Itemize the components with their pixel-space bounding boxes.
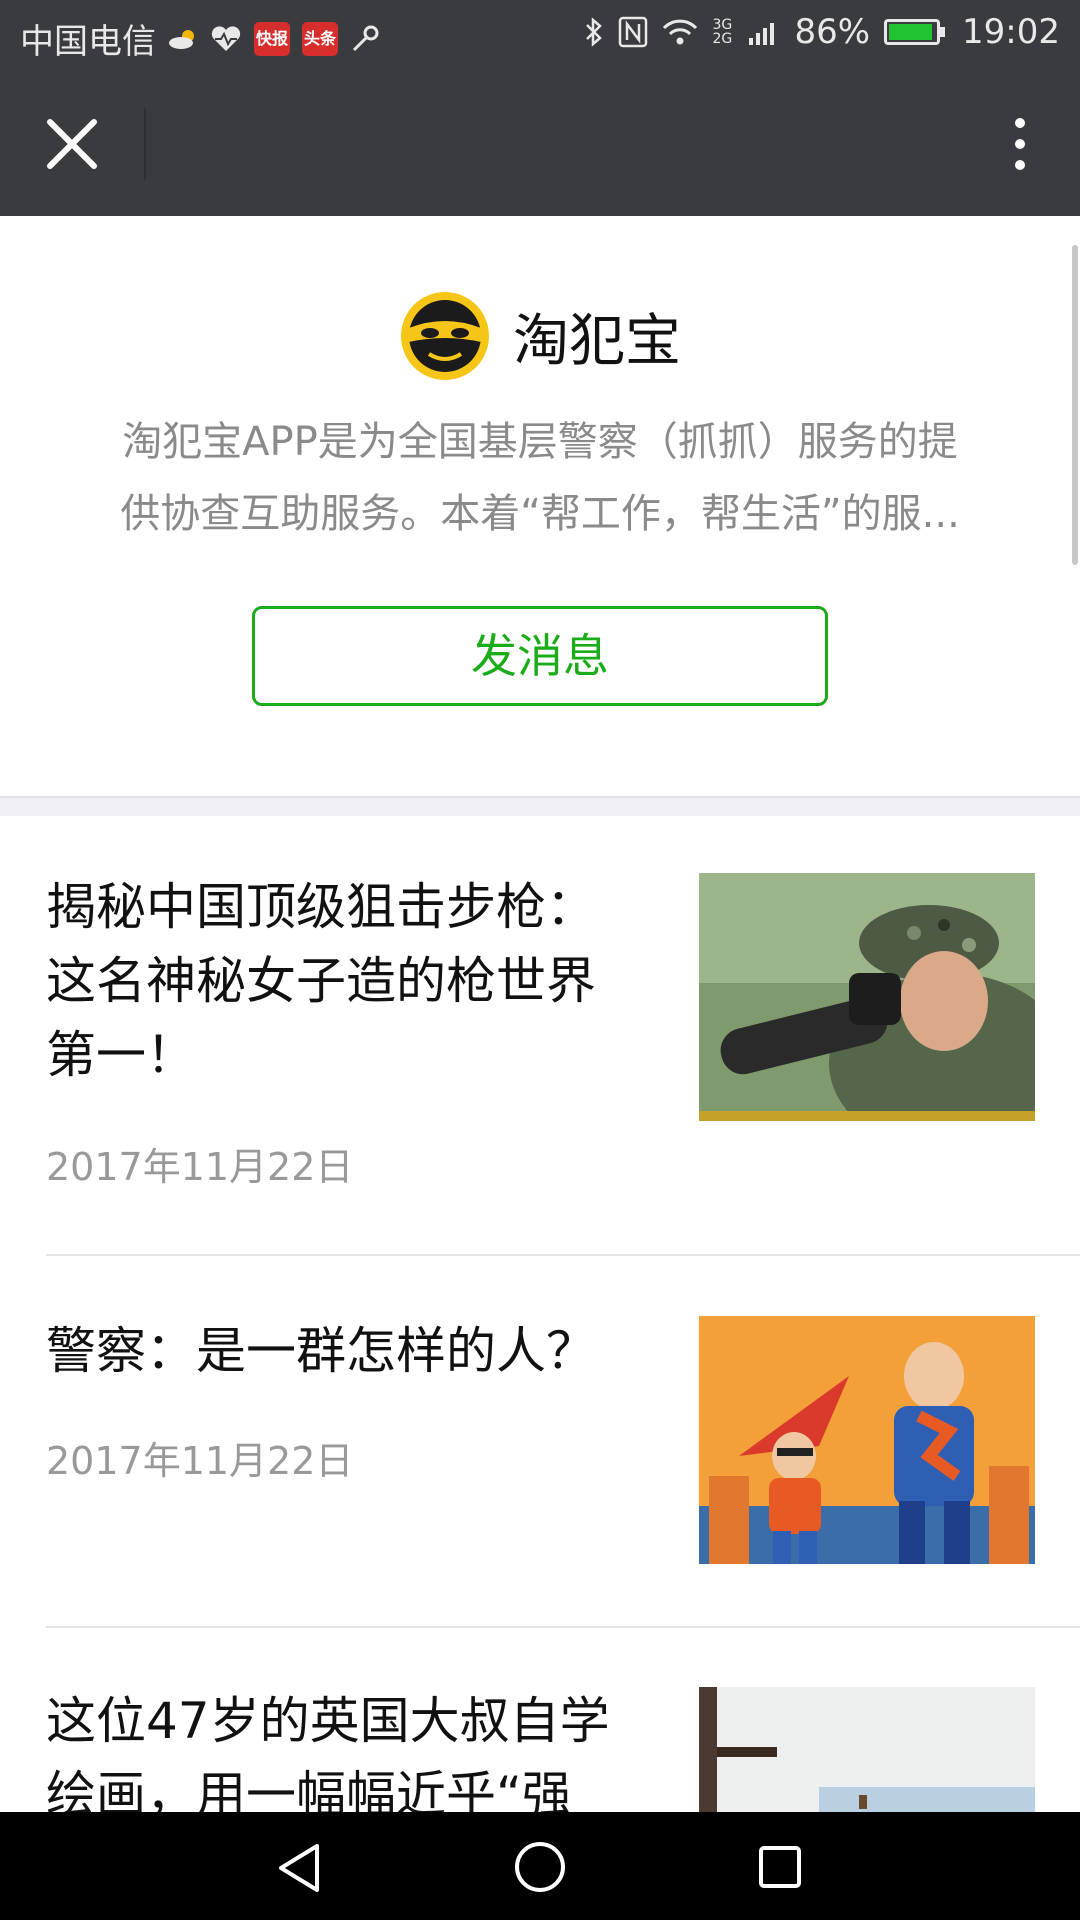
more-options-button[interactable] — [996, 108, 1044, 180]
battery-percent: 86% — [794, 12, 871, 52]
carrier-label: 中国电信 — [20, 22, 156, 62]
masked-face-logo-icon — [401, 292, 489, 380]
bluetooth-icon — [586, 17, 603, 47]
article-item[interactable]: 揭秘中国顶级狙击步枪： 这名神秘女子造的枪世界 第一！ 2017年11月22日 — [0, 814, 1080, 1254]
back-triangle-icon[interactable] — [275, 1842, 323, 1894]
scrollbar[interactable] — [1072, 245, 1078, 565]
close-icon — [47, 119, 97, 169]
article-title: 警察：是一群怎样的人？ — [46, 1322, 596, 1380]
account-header: 淘犯宝 — [0, 290, 1080, 382]
account-profile: 淘犯宝 淘犯宝APP是为全国基层警察（抓抓）服务的提 供协查互助服务。本着“帮工… — [0, 216, 1080, 796]
article-thumbnail — [699, 873, 1035, 1121]
article-title: 揭秘中国顶级狙击步枪： 这名神秘女子造的枪世界 第一！ — [46, 878, 596, 1084]
account-description: 淘犯宝APP是为全国基层警察（抓抓）服务的提 供协查互助服务。本着“帮工作，帮生… — [120, 419, 960, 537]
title-bar — [0, 72, 1080, 216]
account-name: 淘犯宝 — [513, 308, 681, 374]
title-divider — [144, 108, 146, 180]
article-title: 这位47岁的英国大叔自学 绘画，用一幅幅近乎“强 — [46, 1692, 610, 1812]
network-type-label: 3G 2G — [712, 17, 733, 47]
article-thumbnail — [699, 1316, 1035, 1564]
navigation-bar — [0, 1812, 1080, 1920]
send-message-button[interactable]: 发消息 — [252, 606, 828, 706]
battery-icon — [884, 19, 946, 45]
section-separator — [0, 796, 1080, 816]
article-item[interactable]: 这位47岁的英国大叔自学 绘画，用一幅幅近乎“强 — [0, 1628, 1080, 1812]
toutiao-app-icon: 头条 — [302, 21, 338, 56]
health-heart-icon — [211, 25, 241, 51]
weather-icon — [169, 29, 194, 49]
home-circle-icon[interactable] — [513, 1840, 567, 1894]
kuaibao-app-icon: 快报 — [254, 21, 290, 56]
article-item[interactable]: 警察：是一群怎样的人？ 2017年11月22日 — [0, 1256, 1080, 1626]
key-icon — [352, 25, 379, 51]
article-date: 2017年11月22日 — [46, 1439, 354, 1483]
more-vertical-icon — [1015, 118, 1025, 128]
signal-icon — [749, 23, 775, 45]
article-date: 2017年11月22日 — [46, 1145, 354, 1189]
close-button[interactable] — [36, 108, 108, 180]
nfc-icon — [619, 16, 648, 48]
clock: 19:02 — [962, 12, 1060, 52]
article-thumbnail — [699, 1687, 1035, 1812]
status-bar: 中国电信 快报 头条 3G 2G 86% 19:02 — [0, 0, 1080, 72]
recent-square-icon[interactable] — [758, 1845, 802, 1889]
wifi-icon — [663, 19, 698, 45]
